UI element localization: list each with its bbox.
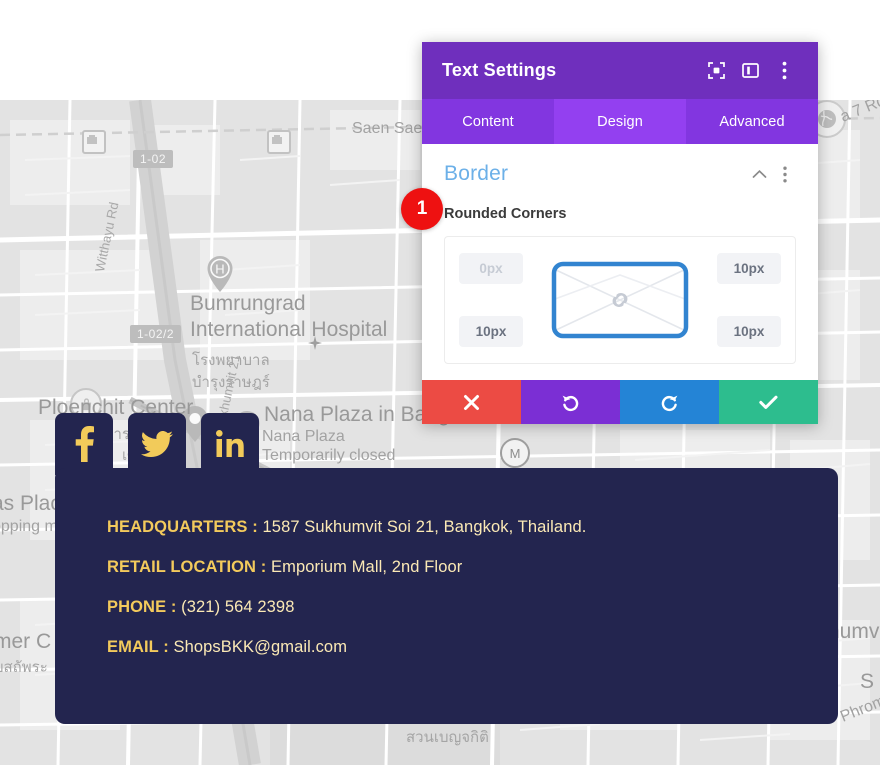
focus-target-icon[interactable]: [702, 57, 730, 85]
undo-arrow-icon: [561, 393, 580, 412]
social-link-twitter[interactable]: [128, 413, 186, 475]
metro-pin[interactable]: M: [500, 438, 530, 468]
social-links-bar: [55, 413, 259, 475]
contact-info-panel: HEADQUARTERS : 1587 Sukhumvit Soi 21, Ba…: [55, 468, 838, 724]
corner-preview-shape: [551, 261, 689, 339]
chevron-up-icon[interactable]: [748, 163, 770, 185]
corner-input-bottom-left[interactable]: 10px: [459, 316, 523, 347]
map-poi-box-2: [267, 130, 291, 154]
contact-key-email: EMAIL :: [107, 638, 169, 656]
rounded-corners-control: 0px 10px 10px 10px: [444, 236, 796, 364]
contact-key-headquarters: HEADQUARTERS :: [107, 518, 258, 536]
contact-value-phone: (321) 564 2398: [181, 598, 294, 616]
linkedin-icon: [216, 430, 244, 458]
undo-button[interactable]: [521, 380, 620, 424]
contact-row: EMAIL : ShopsBKK@gmail.com: [107, 638, 838, 657]
split-layout-icon[interactable]: [736, 57, 764, 85]
contact-row: RETAIL LOCATION : Emporium Mall, 2nd Flo…: [107, 558, 838, 577]
border-section-header: Border: [444, 162, 796, 186]
save-button[interactable]: [719, 380, 818, 424]
facebook-icon: [72, 426, 96, 462]
svg-text:H: H: [215, 262, 224, 277]
text-settings-panel: Text Settings Content Design Advanced: [422, 42, 818, 424]
airport-icon: [304, 332, 326, 354]
panel-header: Text Settings: [422, 42, 818, 99]
rounded-corners-label: Rounded Corners: [444, 206, 796, 222]
contact-value-retail-location: Emporium Mall, 2nd Floor: [271, 558, 462, 576]
contact-key-retail-location: RETAIL LOCATION :: [107, 558, 266, 576]
tab-design[interactable]: Design: [554, 99, 686, 144]
cancel-button[interactable]: [422, 380, 521, 424]
twitter-icon: [141, 431, 173, 458]
panel-tabs: Content Design Advanced: [422, 99, 818, 144]
redo-arrow-icon: [660, 393, 679, 412]
contact-value-email: ShopsBKK@gmail.com: [174, 638, 348, 656]
kebab-menu-icon[interactable]: [774, 163, 796, 185]
map-poi-box-1: [82, 130, 106, 154]
kebab-menu-icon[interactable]: [770, 57, 798, 85]
social-link-facebook[interactable]: [55, 413, 113, 475]
contact-row: HEADQUARTERS : 1587 Sukhumvit Soi 21, Ba…: [107, 518, 838, 537]
hospital-pin[interactable]: H: [205, 255, 235, 293]
contact-row: PHONE : (321) 564 2398: [107, 598, 838, 617]
tab-advanced[interactable]: Advanced: [686, 99, 818, 144]
border-section-title: Border: [444, 162, 744, 186]
panel-action-bar: [422, 380, 818, 424]
panel-body: Border Rounded Corners 0px 10px 10px 10p…: [422, 144, 818, 380]
contact-key-phone: PHONE :: [107, 598, 176, 616]
step-number-badge: 1: [401, 188, 443, 230]
close-x-icon: [463, 394, 480, 411]
contact-value-headquarters: 1587 Sukhumvit Soi 21, Bangkok, Thailand…: [263, 518, 587, 536]
corner-input-top-right[interactable]: 10px: [717, 253, 781, 284]
redo-button[interactable]: [620, 380, 719, 424]
tab-content[interactable]: Content: [422, 99, 554, 144]
corner-input-bottom-right[interactable]: 10px: [717, 316, 781, 347]
social-link-linkedin[interactable]: [201, 413, 259, 475]
corner-input-top-left[interactable]: 0px: [459, 253, 523, 284]
panel-title: Text Settings: [442, 60, 696, 81]
map-shield-1-02: 1-02: [133, 150, 173, 168]
check-icon: [759, 395, 778, 410]
map-shield-1-02-2: 1-02/2: [130, 325, 181, 343]
